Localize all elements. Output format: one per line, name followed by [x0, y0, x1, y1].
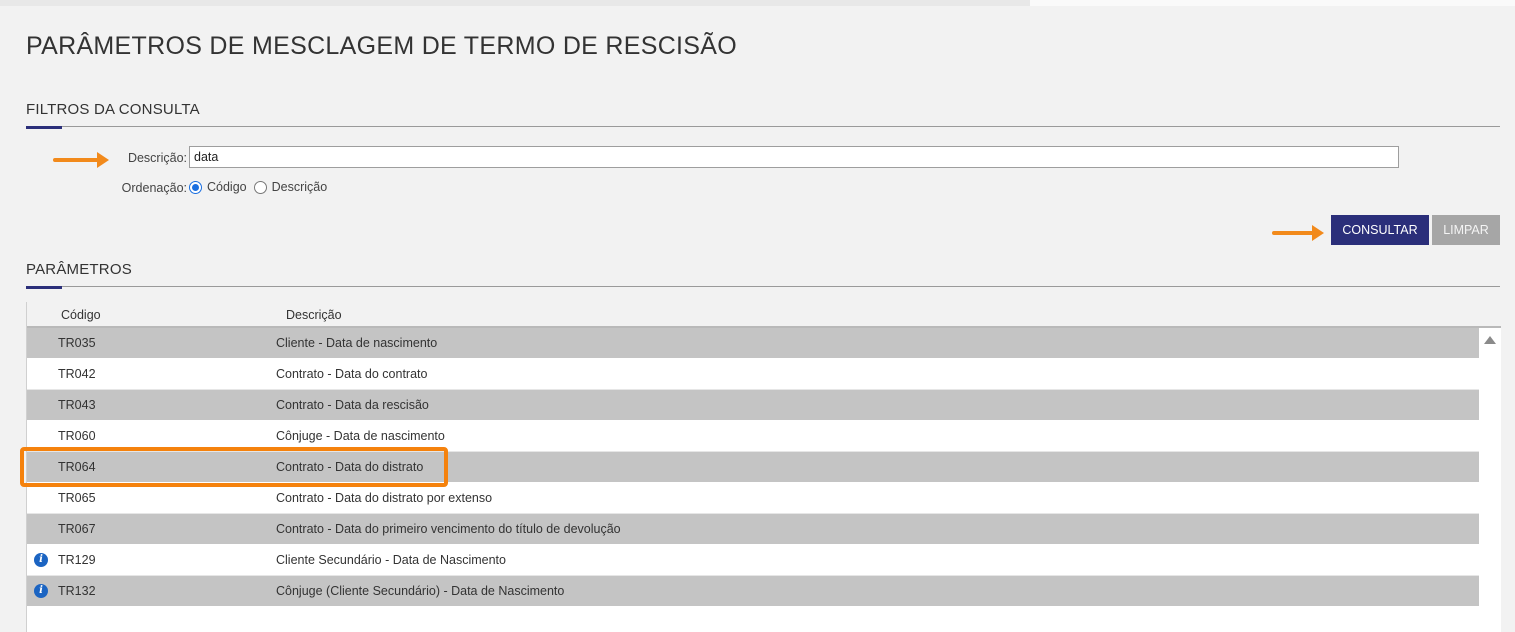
row-description: Contrato - Data do contrato	[276, 367, 428, 381]
row-code: TR042	[58, 367, 96, 381]
order-label: Ordenação:	[121, 181, 187, 195]
row-code: TR065	[58, 491, 96, 505]
clear-button[interactable]: LIMPAR	[1432, 215, 1500, 245]
grid-header: Código Descrição	[27, 302, 1501, 328]
table-row[interactable]: i TR132 Cônjuge (Cliente Secundário) - D…	[27, 576, 1479, 607]
table-row[interactable]: TR042 Contrato - Data do contrato	[27, 359, 1479, 390]
row-description: Contrato - Data do primeiro vencimento d…	[276, 522, 621, 536]
description-label: Descrição:	[127, 151, 187, 165]
grid-scrollbar[interactable]	[1479, 328, 1501, 632]
table-row[interactable]: TR067 Contrato - Data do primeiro vencim…	[27, 514, 1479, 545]
info-icon[interactable]: i	[34, 584, 48, 598]
row-description: Cliente - Data de nascimento	[276, 336, 438, 350]
row-description: Contrato - Data do distrato por extenso	[276, 491, 493, 505]
row-description: Cliente Secundário - Data de Nascimento	[276, 553, 506, 567]
column-header-description[interactable]: Descrição	[286, 308, 342, 322]
order-radio-group: Código Descrição	[189, 180, 334, 194]
parameters-section-accent	[26, 286, 62, 289]
info-icon[interactable]: i	[34, 553, 48, 567]
scroll-up-icon[interactable]	[1484, 336, 1496, 344]
filters-section-accent	[26, 126, 62, 129]
annotation-highlight-box	[20, 447, 448, 487]
consult-button[interactable]: CONSULTAR	[1331, 215, 1429, 245]
page-title: PARÂMETROS DE MESCLAGEM DE TERMO DE RESC…	[26, 32, 738, 60]
filters-section-rule	[26, 126, 1500, 127]
row-code: TR129	[58, 553, 96, 567]
top-bar	[0, 0, 1515, 6]
row-description: Cônjuge - Data de nascimento	[276, 429, 445, 443]
order-code-label[interactable]: Código	[207, 180, 247, 194]
order-description-label[interactable]: Descrição	[272, 180, 328, 194]
row-description: Contrato - Data da rescisão	[276, 398, 429, 412]
parameters-section-rule	[26, 286, 1500, 287]
column-header-code[interactable]: Código	[61, 308, 101, 322]
order-code-radio[interactable]	[189, 180, 202, 194]
description-input[interactable]	[189, 146, 1399, 168]
table-row[interactable]: TR035 Cliente - Data de nascimento	[27, 328, 1479, 359]
annotation-arrow-consult-icon	[1272, 225, 1324, 241]
parameters-section-title: PARÂMETROS	[26, 261, 132, 278]
annotation-arrow-description-icon	[53, 152, 109, 168]
row-code: TR067	[58, 522, 96, 536]
row-code: TR132	[58, 584, 96, 598]
order-description-radio[interactable]	[253, 180, 267, 194]
filters-section-title: FILTROS DA CONSULTA	[26, 101, 200, 118]
table-row[interactable]: TR043 Contrato - Data da rescisão	[27, 390, 1479, 421]
top-bar-segment	[1030, 0, 1515, 6]
row-code: TR035	[58, 336, 96, 350]
row-code: TR043	[58, 398, 96, 412]
table-row[interactable]: TR065 Contrato - Data do distrato por ex…	[27, 483, 1479, 514]
row-description: Cônjuge (Cliente Secundário) - Data de N…	[276, 584, 565, 598]
table-row[interactable]: i TR129 Cliente Secundário - Data de Nas…	[27, 545, 1479, 576]
row-code: TR060	[58, 429, 96, 443]
